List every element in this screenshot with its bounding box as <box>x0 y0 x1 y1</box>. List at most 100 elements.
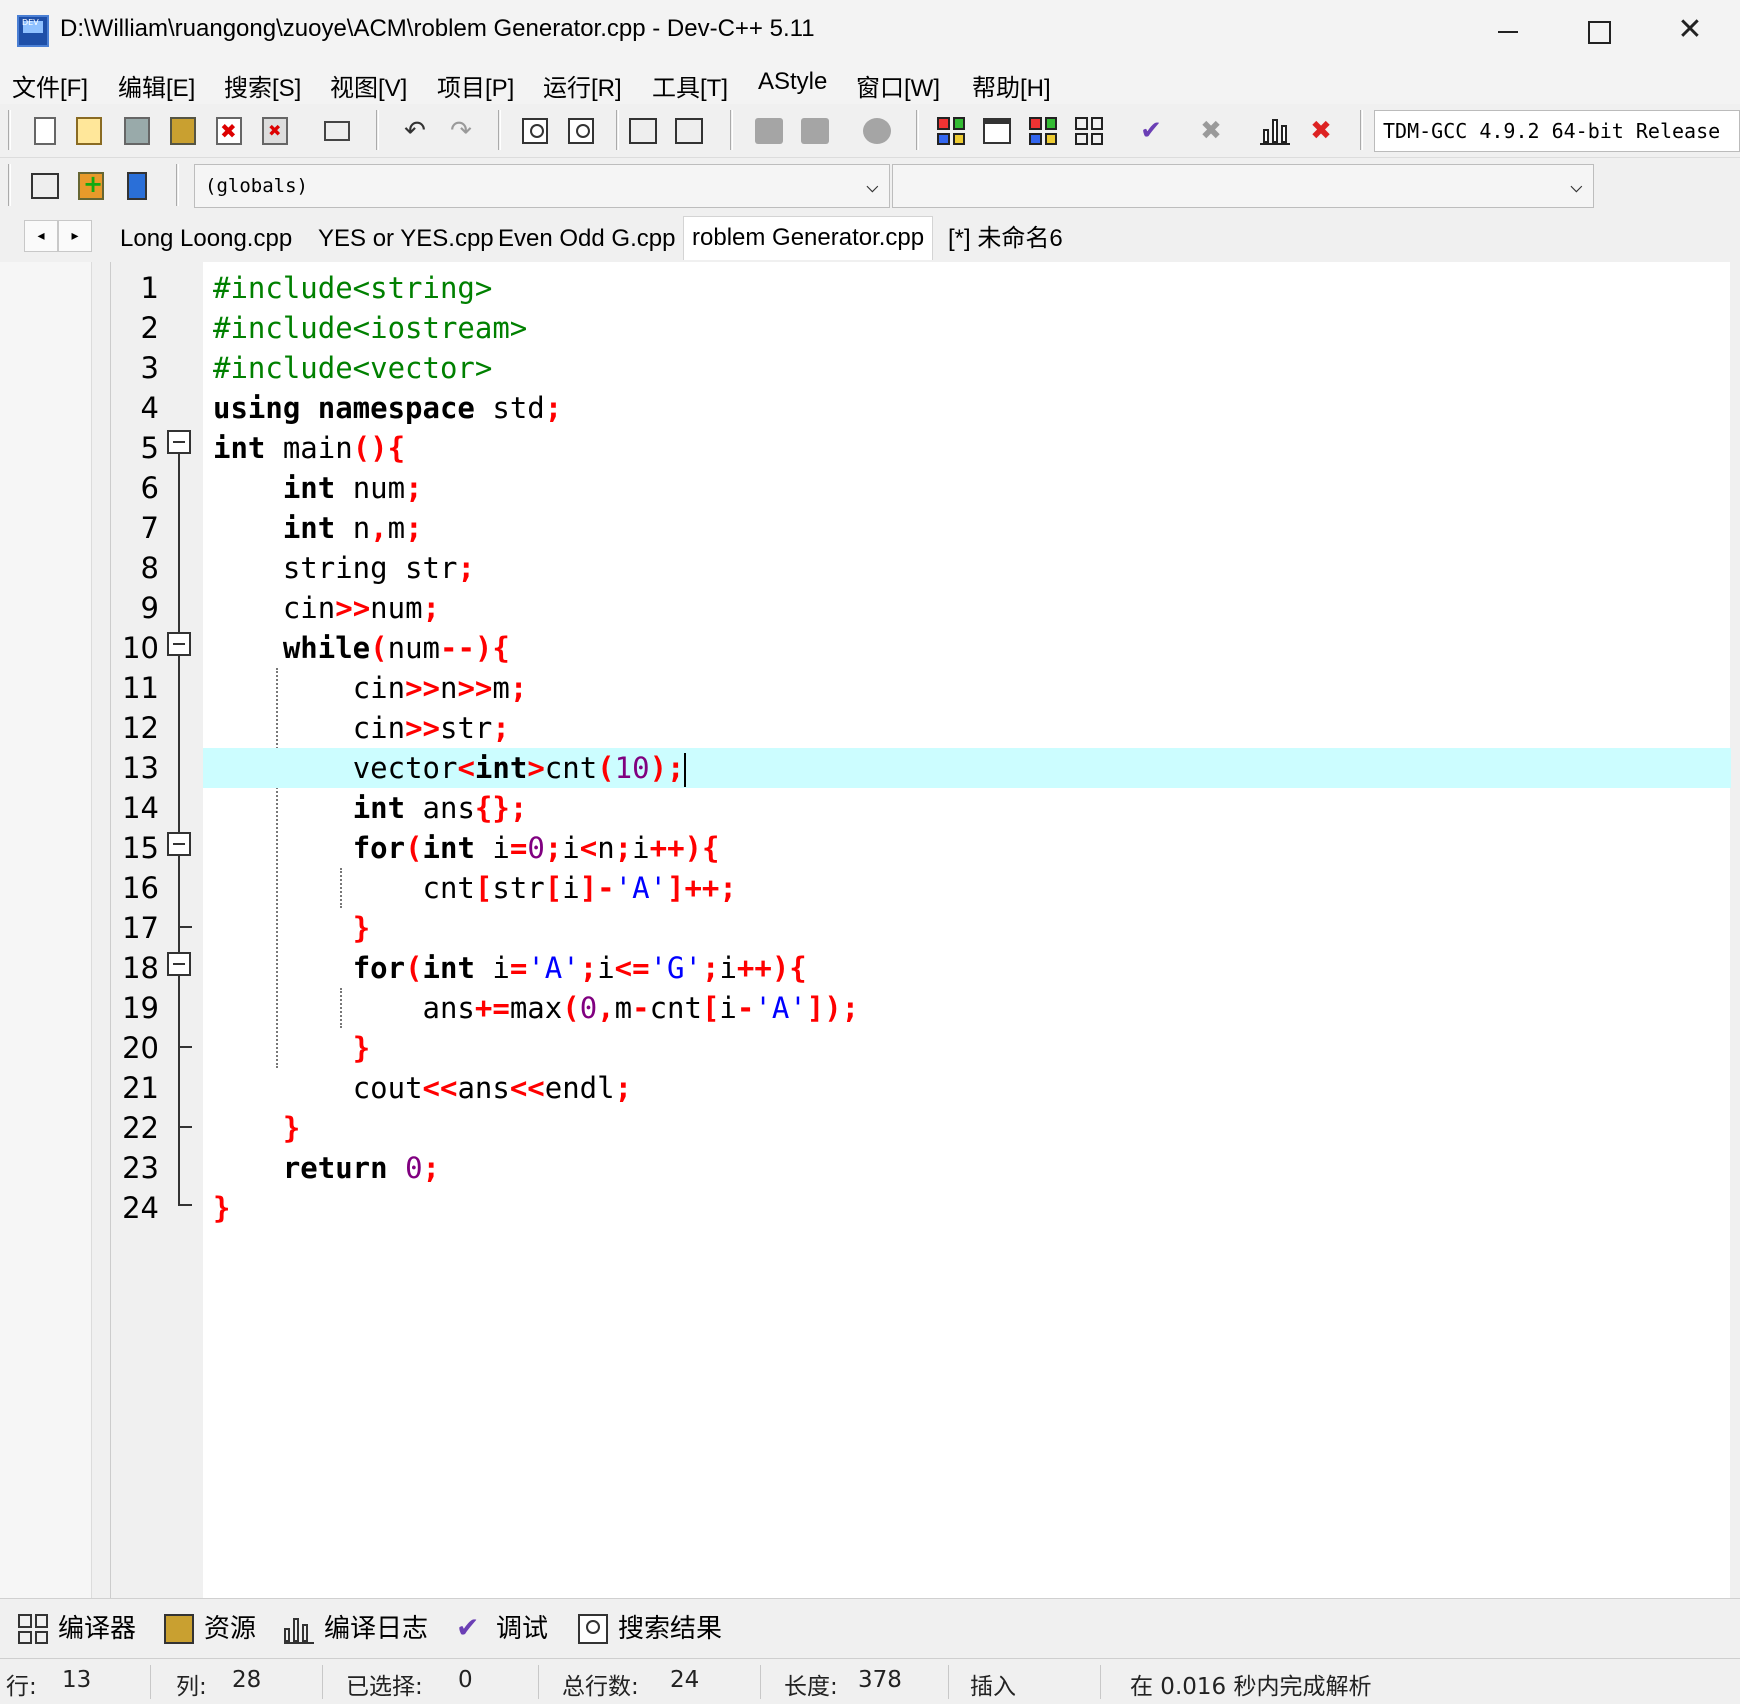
menu-tools[interactable]: 工具[T] <box>652 68 728 103</box>
close-button[interactable]: ✕ <box>1660 10 1720 52</box>
scope-combo[interactable]: (globals) ⌵ <box>194 164 890 208</box>
project-window-button[interactable] <box>978 112 1016 150</box>
tab-debug[interactable]: ✔ 调试 <box>456 1609 548 1649</box>
menu-search[interactable]: 搜索[S] <box>224 68 301 103</box>
redo-button[interactable]: ↷ <box>442 112 480 150</box>
goto-prev-button[interactable] <box>750 112 788 150</box>
code-line-22: } <box>282 1111 301 1145</box>
new-project-button[interactable] <box>932 112 970 150</box>
bottom-panel-tabs: 编译器 资源 编译日志 ✔ 调试 搜索结果 <box>0 1598 1740 1658</box>
replace-icon <box>568 118 594 144</box>
devcpp-app-icon[interactable]: DEV <box>17 15 49 47</box>
menu-astyle[interactable]: AStyle <box>758 68 827 96</box>
class-browser-icon <box>127 172 147 200</box>
line-number: 8 <box>140 551 159 585</box>
chevron-down-icon[interactable]: ⌵ <box>866 165 879 207</box>
goto-prev-icon <box>755 118 783 144</box>
fold-line <box>178 452 180 1204</box>
tab-search-results-label: 搜索结果 <box>618 1614 723 1644</box>
replace-button[interactable] <box>562 112 600 150</box>
line-number: 2 <box>140 311 159 345</box>
status-row-label: 行: <box>6 1674 37 1700</box>
fold-toggle-icon[interactable] <box>167 952 191 976</box>
rebuild-button[interactable] <box>1070 112 1108 150</box>
tab-compiler[interactable]: 编译器 <box>18 1609 136 1649</box>
tab-untitled-6[interactable]: [*] 未命名6 <box>940 218 1071 262</box>
menu-edit[interactable]: 编辑[E] <box>118 68 195 103</box>
fold-toggle-icon[interactable] <box>167 430 191 454</box>
status-length-label: 长度: <box>784 1674 838 1700</box>
line-number: 11 <box>122 671 159 705</box>
line-number: 1 <box>140 271 159 305</box>
fold-toggle-icon[interactable] <box>167 832 191 856</box>
status-length-value: 378 <box>858 1667 902 1693</box>
status-separator <box>1100 1665 1101 1699</box>
new-file-button[interactable] <box>26 112 64 150</box>
menu-run[interactable]: 运行[R] <box>543 68 622 103</box>
menu-file[interactable]: 文件[F] <box>12 68 88 103</box>
tab-scroll-right-button[interactable]: ▸ <box>58 220 92 252</box>
tab-long-loong[interactable]: Long Loong.cpp <box>112 218 300 262</box>
line-number: 7 <box>140 511 159 545</box>
menu-view[interactable]: 视图[V] <box>330 68 407 103</box>
menu-project[interactable]: 项目[P] <box>437 68 514 103</box>
tab-search-results[interactable]: 搜索结果 <box>578 1609 722 1649</box>
tab-roblem-generator[interactable]: roblem Generator.cpp <box>683 216 934 260</box>
find-icon <box>522 118 548 144</box>
close-all-button[interactable] <box>256 112 294 150</box>
toolbar-grip[interactable] <box>8 164 11 206</box>
chevron-down-icon[interactable]: ⌵ <box>1570 165 1583 207</box>
class-toolbar: + (globals) ⌵ ⌵ <box>0 158 1740 214</box>
line-number: 22 <box>122 1111 159 1145</box>
code-line-19: ans+=max(0,m-cnt[i-'A']); <box>422 991 860 1025</box>
indent-button[interactable] <box>624 112 662 150</box>
code-line-16: cnt[str[i]-'A']++; <box>422 871 737 905</box>
symbol-combo[interactable]: ⌵ <box>892 164 1594 208</box>
delete-profile-icon: ✖ <box>1310 116 1332 146</box>
goto-next-button[interactable] <box>796 112 834 150</box>
tab-even-odd-g[interactable]: Even Odd G.cpp <box>490 218 683 262</box>
toolbar-separator <box>730 110 733 150</box>
profile-button[interactable] <box>1256 112 1294 150</box>
minimize-button[interactable] <box>1478 10 1538 52</box>
menu-help[interactable]: 帮助[H] <box>972 68 1051 103</box>
stop-button[interactable]: ✖ <box>1192 112 1230 150</box>
undo-button[interactable]: ↶ <box>396 112 434 150</box>
compile-run-button[interactable] <box>1024 112 1062 150</box>
syntax-check-button[interactable]: ✔ <box>1132 112 1170 150</box>
compiler-select[interactable]: TDM-GCC 4.9.2 64-bit Release <box>1374 110 1740 152</box>
close-file-button[interactable] <box>210 112 248 150</box>
undo-icon: ↶ <box>404 116 426 146</box>
close-file-icon <box>216 117 242 145</box>
delete-profile-button[interactable]: ✖ <box>1302 112 1340 150</box>
tab-yes-or-yes[interactable]: YES or YES.cpp <box>310 218 502 262</box>
open-file-button[interactable] <box>70 112 108 150</box>
save-all-button[interactable] <box>164 112 202 150</box>
find-button[interactable] <box>516 112 554 150</box>
add-file-button[interactable]: + <box>72 167 110 205</box>
close-all-icon <box>262 117 288 145</box>
redo-icon: ↷ <box>450 116 472 146</box>
code-area[interactable]: #include<string> #include<iostream> #inc… <box>203 262 1731 1598</box>
class-browser-button[interactable] <box>118 167 156 205</box>
toggle-bookmark-button[interactable] <box>858 112 896 150</box>
status-sel-value: 0 <box>458 1667 473 1693</box>
maximize-button[interactable] <box>1568 10 1628 52</box>
toolbar-grip[interactable] <box>8 110 11 150</box>
status-sel-label: 已选择: <box>346 1674 423 1700</box>
code-editor[interactable]: 1 2 3 4 5 6 7 8 9 10 11 12 13 14 15 16 1… <box>110 262 1731 1598</box>
tab-scroll-left-button[interactable]: ◂ <box>24 220 58 252</box>
status-separator <box>760 1665 761 1699</box>
insert-button[interactable] <box>26 167 64 205</box>
tab-resources[interactable]: 资源 <box>164 1609 256 1649</box>
line-number: 13 <box>122 751 159 785</box>
text-caret <box>684 753 687 787</box>
fold-toggle-icon[interactable] <box>167 632 191 656</box>
unindent-button[interactable] <box>670 112 708 150</box>
menu-window[interactable]: 窗口[W] <box>856 68 940 103</box>
line-number: 12 <box>122 711 159 745</box>
tab-compiler-label: 编译器 <box>58 1614 137 1644</box>
tab-compile-log[interactable]: 编译日志 <box>284 1609 428 1649</box>
print-button[interactable] <box>318 112 356 150</box>
save-button[interactable] <box>118 112 156 150</box>
